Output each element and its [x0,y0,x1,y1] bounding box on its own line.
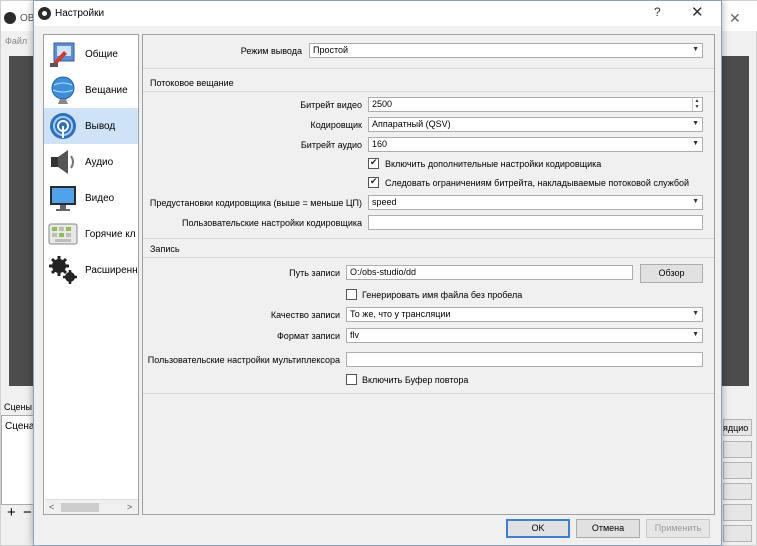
speaker-icon [51,150,74,174]
sidebar-item-video[interactable]: Видео [44,180,138,216]
no-space-filename-checkbox[interactable] [346,289,357,300]
enforce-bitrate-label: Следовать ограничениям битрейта, наклады… [385,178,690,188]
scroll-left-icon[interactable]: < [49,502,54,512]
monitor-icon [50,186,76,211]
audio-bitrate-select[interactable]: 160 ▼ [368,137,703,152]
sidebar-item-stream[interactable]: Вещание [44,72,138,108]
sidebar-item-advanced[interactable]: Расширенн [44,252,138,288]
broadcast-globe-icon [51,76,75,104]
menu-file[interactable]: Файл [5,36,27,46]
recording-format-select[interactable]: flv ▼ [346,328,703,343]
sidebar-item-general[interactable]: Общие [44,36,138,72]
general-settings-icon [50,42,75,67]
add-scene-button[interactable]: + [7,504,16,521]
scroll-right-icon[interactable]: > [127,502,132,512]
divider [143,238,714,239]
obs-logo-icon [38,7,51,20]
dialog-titlebar [34,1,721,26]
streaming-group-title: Потоковое вещание [150,78,234,88]
encoder-preset-label: Предустановки кодировщика (выше = меньше… [149,198,362,208]
settings-category-list[interactable]: Общие Вещание Вывод Аудио Видео Горячие … [43,34,139,515]
sidebar-item-label: Видео [85,193,115,204]
browse-button[interactable]: Обзор [640,264,703,283]
sidebar-horizontal-scrollbar[interactable]: < > [45,499,138,514]
output-mode-value: Простой [313,45,349,55]
sidebar-item-label: Общие [85,49,118,60]
recording-format-value: flv [350,330,359,340]
video-bitrate-spinbox[interactable]: 2500 ▲ ▼ [368,97,703,112]
output-mode-select[interactable]: Простой ▼ [309,43,703,58]
recording-quality-value: То же, что у трансляции [350,309,451,319]
enforce-bitrate-checkbox[interactable] [368,176,379,188]
output-signal-icon [50,113,76,139]
replay-buffer-label: Включить Буфер повтора [362,375,469,385]
chevron-down-icon: ▼ [692,331,699,338]
video-bitrate-value: 2500 [372,99,393,109]
encoder-preset-value: speed [372,197,397,207]
encoder-value: Аппаратный (QSV) [372,119,451,129]
no-space-filename-label: Генерировать имя файла без пробела [362,290,523,300]
controls-button-label: ядцио [723,423,749,433]
controls-button[interactable] [723,525,752,542]
encoder-label: Кодировщик [310,120,363,130]
obs-logo-icon [4,12,16,24]
close-button[interactable]: ✕ [691,3,704,21]
recording-quality-label: Качество записи [270,310,340,320]
video-bitrate-label: Битрейт видео [300,100,362,110]
recording-quality-select[interactable]: То же, что у трансляции ▼ [346,307,703,322]
controls-button[interactable] [723,441,752,458]
advanced-encoder-checkbox[interactable] [368,157,379,169]
divider [143,257,714,258]
sidebar-item-label: Вещание [85,85,128,96]
scene-item[interactable]: Сцена [5,421,34,432]
sidebar-item-hotkeys[interactable]: Горячие кл [44,216,138,252]
sidebar-item-label: Горячие кл [85,229,136,240]
cancel-button[interactable]: Отмена [576,519,640,538]
chevron-down-icon: ▼ [692,198,699,205]
encoder-preset-select[interactable]: speed ▼ [368,195,703,210]
settings-dialog: Настройки ? ✕ Общие Вещание Вывод Аудио … [33,0,722,546]
divider [143,393,714,394]
sidebar-item-label: Вывод [85,121,116,132]
recording-path-label: Путь записи [289,268,340,278]
sidebar-item-label: Аудио [85,157,114,168]
custom-encoder-settings-label: Пользовательские настройки кодировщика [182,218,362,228]
remove-scene-button[interactable]: − [23,504,32,521]
sidebar-item-label: Расширенн [85,265,138,276]
chevron-down-icon: ▼ [692,46,699,53]
custom-encoder-settings-input[interactable] [368,215,703,230]
recording-path-input[interactable]: O:/obs-studio/dd [346,265,633,280]
chevron-down-icon: ▼ [692,310,699,317]
divider [143,91,714,92]
custom-muxer-settings-label: Пользовательские настройки мультиплексор… [147,355,340,365]
main-window-close-icon[interactable]: ✕ [729,10,741,27]
sidebar-item-output[interactable]: Вывод [44,108,138,144]
sidebar-item-audio[interactable]: Аудио [44,144,138,180]
controls-button[interactable] [723,462,752,479]
output-settings-panel: Режим вывода Простой ▼ Потоковое вещание… [142,34,715,515]
audio-bitrate-label: Битрейт аудио [300,140,362,150]
ok-button[interactable]: OK [506,519,570,538]
chevron-down-icon: ▼ [692,120,699,127]
recording-group-title: Запись [150,244,180,254]
custom-muxer-settings-input[interactable] [346,352,703,367]
keyboard-icon [48,223,78,245]
apply-button[interactable]: Применить [646,519,710,538]
spin-arrows-icon[interactable]: ▲ ▼ [692,98,701,111]
recording-format-label: Формат записи [276,331,340,341]
help-button[interactable]: ? [654,5,661,19]
replay-buffer-checkbox[interactable] [346,374,357,385]
chevron-down-icon: ▼ [692,140,699,147]
advanced-encoder-label: Включить дополнительные настройки кодиро… [385,159,602,169]
controls-button[interactable] [723,483,752,500]
scrollbar-thumb[interactable] [61,503,99,512]
encoder-select[interactable]: Аппаратный (QSV) ▼ [368,117,703,132]
gears-icon [49,256,77,284]
dialog-title: Настройки [55,8,105,19]
output-mode-label: Режим вывода [240,46,302,56]
divider [143,68,714,69]
audio-bitrate-value: 160 [372,139,388,149]
scenes-dock-title: Сцены [4,402,32,412]
controls-button[interactable] [723,504,752,521]
